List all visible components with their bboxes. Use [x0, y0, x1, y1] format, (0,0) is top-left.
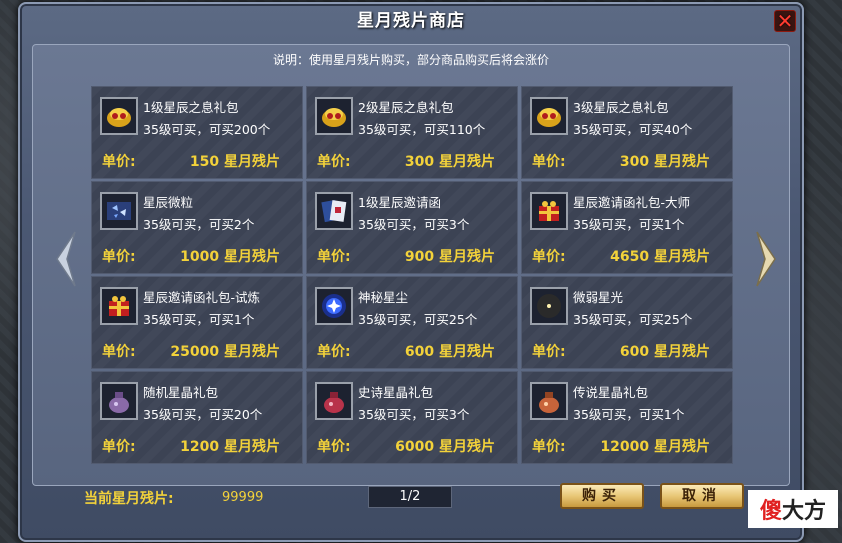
item-price: 600 星月残片: [404, 344, 495, 360]
item-price: 4650 星月残片: [610, 249, 710, 265]
page-indicator: 1/2: [368, 486, 452, 508]
item-name: 1级星辰邀请函: [358, 195, 441, 210]
item-availability: 35级可买，可买200个: [143, 122, 271, 137]
shop-item[interactable]: 3级星辰之息礼包 35级可买，可买40个 单价: 300 星月残片: [521, 86, 733, 179]
shop-item[interactable]: 传说星晶礼包 35级可买，可买1个 单价: 12000 星月残片: [521, 371, 733, 464]
item-availability: 35级可买，可买1个: [143, 312, 255, 327]
item-name: 史诗星晶礼包: [358, 385, 434, 400]
window-title: 星月残片商店: [357, 11, 465, 31]
price-label: 单价:: [102, 154, 136, 170]
price-label: 单价:: [532, 154, 566, 170]
item-name: 微弱星光: [573, 290, 624, 305]
red-giftbox-icon: [530, 192, 568, 230]
red-giftbox-icon: [100, 287, 138, 325]
watermark-logo: 傻大方: [748, 490, 838, 528]
close-button[interactable]: ✕: [774, 10, 796, 32]
purple-pouch-icon: [100, 382, 138, 420]
price-label: 单价:: [102, 439, 136, 455]
item-name: 传说星晶礼包: [573, 385, 649, 400]
item-availability: 35级可买，可买110个: [358, 122, 486, 137]
item-price: 600 星月残片: [619, 344, 710, 360]
shop-item[interactable]: 史诗星晶礼包 35级可买，可买3个 单价: 6000 星月残片: [306, 371, 518, 464]
red-pouch-icon: [315, 382, 353, 420]
price-label: 单价:: [102, 344, 136, 360]
price-label: 单价:: [532, 249, 566, 265]
notice-text: 说明：使用星月残片购买，部分商品购买后将会涨价: [272, 53, 549, 67]
cancel-button[interactable]: 取消: [660, 483, 744, 509]
price-label: 单价:: [532, 439, 566, 455]
balance-value: 99999: [222, 490, 264, 505]
gold-treasure-icon: [530, 97, 568, 135]
shop-panel: 说明：使用星月残片购买，部分商品购买后将会涨价 1级星辰之息礼包 35级可买，可…: [32, 44, 790, 486]
item-availability: 35级可买，可买3个: [358, 407, 470, 422]
item-name: 2级星辰之息礼包: [358, 100, 454, 115]
item-price: 300 星月残片: [404, 154, 495, 170]
price-label: 单价:: [532, 344, 566, 360]
item-price: 1200 星月残片: [180, 439, 280, 455]
shop-item[interactable]: 星辰邀请函礼包-大师 35级可买，可买1个 单价: 4650 星月残片: [521, 181, 733, 274]
shop-item[interactable]: 1级星辰之息礼包 35级可买，可买200个 单价: 150 星月残片: [91, 86, 303, 179]
watermark-part2: 大方: [782, 499, 827, 524]
price-label: 单价:: [317, 344, 351, 360]
item-availability: 35级可买，可买1个: [573, 217, 685, 232]
gold-crescent-icon: [530, 287, 568, 325]
orange-pouch-icon: [530, 382, 568, 420]
item-grid: 1级星辰之息礼包 35级可买，可买200个 单价: 150 星月残片 2级星辰之…: [91, 86, 733, 472]
balance-label: 当前星月残片:: [84, 491, 174, 507]
price-label: 单价:: [317, 154, 351, 170]
item-price: 150 星月残片: [189, 154, 280, 170]
shop-item[interactable]: 神秘星尘 35级可买，可买25个 单价: 600 星月残片: [306, 276, 518, 369]
blue-star-orb-icon: [315, 287, 353, 325]
item-name: 3级星辰之息礼包: [573, 100, 669, 115]
buy-button[interactable]: 购买: [560, 483, 644, 509]
item-price: 900 星月残片: [404, 249, 495, 265]
item-name: 星辰邀请函礼包-试炼: [143, 290, 261, 305]
shop-item[interactable]: 随机星晶礼包 35级可买，可买20个 单价: 1200 星月残片: [91, 371, 303, 464]
item-name: 星辰邀请函礼包-大师: [573, 195, 691, 210]
next-page-arrow-icon[interactable]: [755, 230, 779, 288]
item-name: 星辰微粒: [143, 195, 194, 210]
price-label: 单价:: [102, 249, 136, 265]
item-availability: 35级可买，可买1个: [573, 407, 685, 422]
item-name: 1级星辰之息礼包: [143, 100, 239, 115]
shop-item[interactable]: 2级星辰之息礼包 35级可买，可买110个 单价: 300 星月残片: [306, 86, 518, 179]
item-availability: 35级可买，可买3个: [358, 217, 470, 232]
item-price: 25000 星月残片: [170, 344, 280, 360]
shop-item[interactable]: 星辰邀请函礼包-试炼 35级可买，可买1个 单价: 25000 星月残片: [91, 276, 303, 369]
item-price: 1000 星月残片: [180, 249, 280, 265]
item-availability: 35级可买，可买20个: [143, 407, 263, 422]
item-price: 300 星月残片: [619, 154, 710, 170]
item-availability: 35级可买，可买25个: [358, 312, 478, 327]
shop-window: 星月残片商店 ✕ 说明：使用星月残片购买，部分商品购买后将会涨价 1级星辰之息礼…: [18, 2, 804, 542]
item-availability: 35级可买，可买25个: [573, 312, 693, 327]
price-label: 单价:: [317, 249, 351, 265]
item-name: 神秘星尘: [358, 290, 409, 305]
item-availability: 35级可买，可买2个: [143, 217, 255, 232]
gold-treasure-icon: [100, 97, 138, 135]
item-price: 6000 星月残片: [395, 439, 495, 455]
shop-item[interactable]: 星辰微粒 35级可买，可买2个 单价: 1000 星月残片: [91, 181, 303, 274]
watermark-part1: 傻: [759, 499, 782, 524]
shop-item[interactable]: 微弱星光 35级可买，可买25个 单价: 600 星月残片: [521, 276, 733, 369]
shop-item[interactable]: 1级星辰邀请函 35级可买，可买3个 单价: 900 星月残片: [306, 181, 518, 274]
invitation-scroll-icon: [315, 192, 353, 230]
blue-crystal-icon: [100, 192, 138, 230]
item-availability: 35级可买，可买40个: [573, 122, 693, 137]
gold-treasure-icon: [315, 97, 353, 135]
prev-page-arrow-icon[interactable]: [53, 230, 77, 288]
item-name: 随机星晶礼包: [143, 385, 219, 400]
item-price: 12000 星月残片: [600, 439, 710, 455]
price-label: 单价:: [317, 439, 351, 455]
